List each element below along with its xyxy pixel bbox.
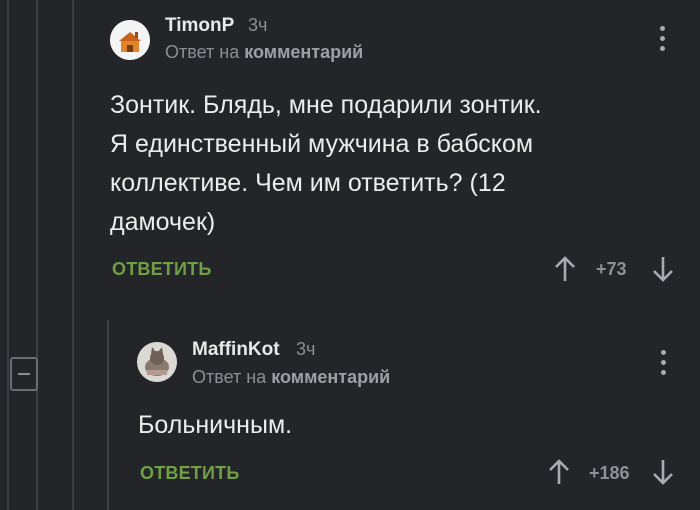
comment-time: 3ч — [248, 15, 268, 35]
vote-score: +186 — [589, 463, 630, 483]
comment-line: Зонтик. Блядь, мне подарили зонтик. — [110, 91, 542, 119]
reply-prefix: Ответ на — [192, 367, 267, 387]
comment-line: Я единственный мужчина в бабском — [110, 130, 534, 158]
house-avatar-icon — [110, 20, 150, 60]
arrow-down-icon[interactable] — [650, 458, 676, 486]
comment-body: Больничным. — [138, 406, 292, 445]
comment-line: Больничным. — [138, 411, 293, 439]
arrow-up-icon[interactable] — [552, 255, 578, 283]
reply-prefix: Ответ на — [165, 42, 240, 62]
comment-body: Зонтик. Блядь, мне подарили зонтик. Я ед… — [110, 86, 542, 242]
reply-button[interactable]: ОТВЕТИТЬ — [140, 463, 239, 484]
collapse-icon — [18, 373, 30, 375]
thread-line — [36, 0, 38, 510]
parent-comment-link[interactable]: комментарий — [244, 42, 363, 62]
reply-button[interactable]: ОТВЕТИТЬ — [112, 259, 211, 280]
author-name[interactable]: MaffinKot — [192, 339, 280, 361]
more-vertical-icon[interactable] — [659, 350, 669, 376]
comment-time: 3ч — [296, 339, 316, 359]
more-vertical-icon[interactable] — [658, 26, 668, 52]
user-avatar[interactable] — [137, 342, 177, 382]
comment-line: коллективе. Чем им ответить? (12 — [110, 169, 506, 197]
reply-meta: Ответ на комментарий — [165, 42, 363, 63]
arrow-up-icon[interactable] — [546, 458, 572, 486]
thread-line — [7, 0, 9, 510]
thread-line — [72, 0, 74, 510]
author-name[interactable]: TimonP — [165, 15, 234, 37]
collapse-thread-button[interactable] — [10, 357, 38, 391]
user-avatar[interactable] — [110, 20, 150, 60]
thread-line — [107, 320, 109, 510]
arrow-down-icon[interactable] — [650, 255, 676, 283]
vote-score: +73 — [596, 259, 627, 279]
parent-comment-link[interactable]: комментарий — [271, 367, 390, 387]
comment-line: дамочек) — [110, 208, 216, 236]
reply-meta: Ответ на комментарий — [192, 367, 390, 388]
cat-avatar-icon — [137, 342, 177, 382]
